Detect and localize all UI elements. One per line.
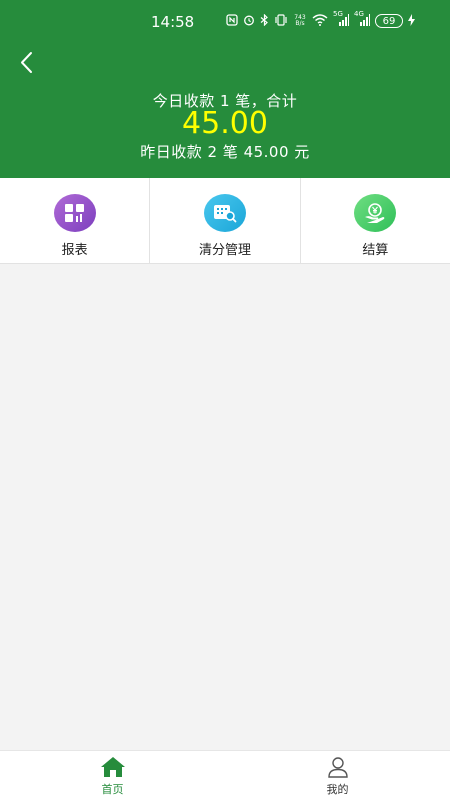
signal-icon: 4G: [354, 10, 370, 28]
tab-label: 首页: [101, 783, 124, 796]
function-menu: 报表 清分管理 结算: [0, 178, 450, 264]
yesterday-summary: 昨日收款 2 笔 45.00 元: [140, 143, 310, 161]
nfc-icon: [226, 14, 238, 28]
signal-5g-label: 5G: [333, 10, 343, 18]
chevron-left-icon: [21, 52, 32, 73]
today-amount: 45.00: [182, 106, 268, 141]
battery-indicator: 69: [375, 14, 403, 28]
signal-4g-label: 4G: [354, 10, 364, 18]
report-icon: [53, 194, 96, 232]
signal-icon: 5G: [333, 10, 349, 28]
menu-item-label: 报表: [61, 243, 88, 258]
vibrate-icon: [274, 14, 288, 28]
menu-item-settlement-management[interactable]: 清分管理: [149, 178, 299, 263]
status-icons: 743 B/s 5G 4G 69: [226, 10, 415, 28]
menu-item-label: 结算: [362, 243, 389, 258]
settlement-icon: [203, 194, 246, 232]
back-button[interactable]: [12, 48, 42, 78]
checkout-icon: [354, 194, 397, 232]
menu-item-checkout[interactable]: 结算: [299, 178, 450, 263]
tab-mine[interactable]: 我的: [225, 751, 450, 800]
status-bar: 14:58 743 B/s 5G 4G 69: [0, 0, 450, 44]
net-speed-unit: B/s: [295, 20, 305, 27]
wifi-icon: [312, 14, 328, 28]
net-speed: 743 B/s: [293, 15, 307, 27]
battery-level: 69: [382, 15, 396, 27]
alarm-icon: [243, 14, 255, 28]
menu-item-report[interactable]: 报表: [0, 178, 149, 263]
home-icon: [100, 757, 125, 777]
tab-home[interactable]: 首页: [0, 751, 225, 800]
user-icon: [327, 757, 348, 778]
menu-item-label: 清分管理: [198, 243, 251, 258]
charging-icon: [408, 14, 415, 28]
main-content: [0, 265, 450, 750]
bottom-tab-bar: 首页 我的: [0, 750, 450, 800]
bluetooth-icon: [260, 13, 269, 28]
tab-label: 我的: [326, 783, 349, 796]
header: 14:58 743 B/s 5G 4G 69 今日收款 1 笔，合计 45.00…: [0, 0, 450, 178]
status-time: 14:58: [151, 13, 195, 31]
